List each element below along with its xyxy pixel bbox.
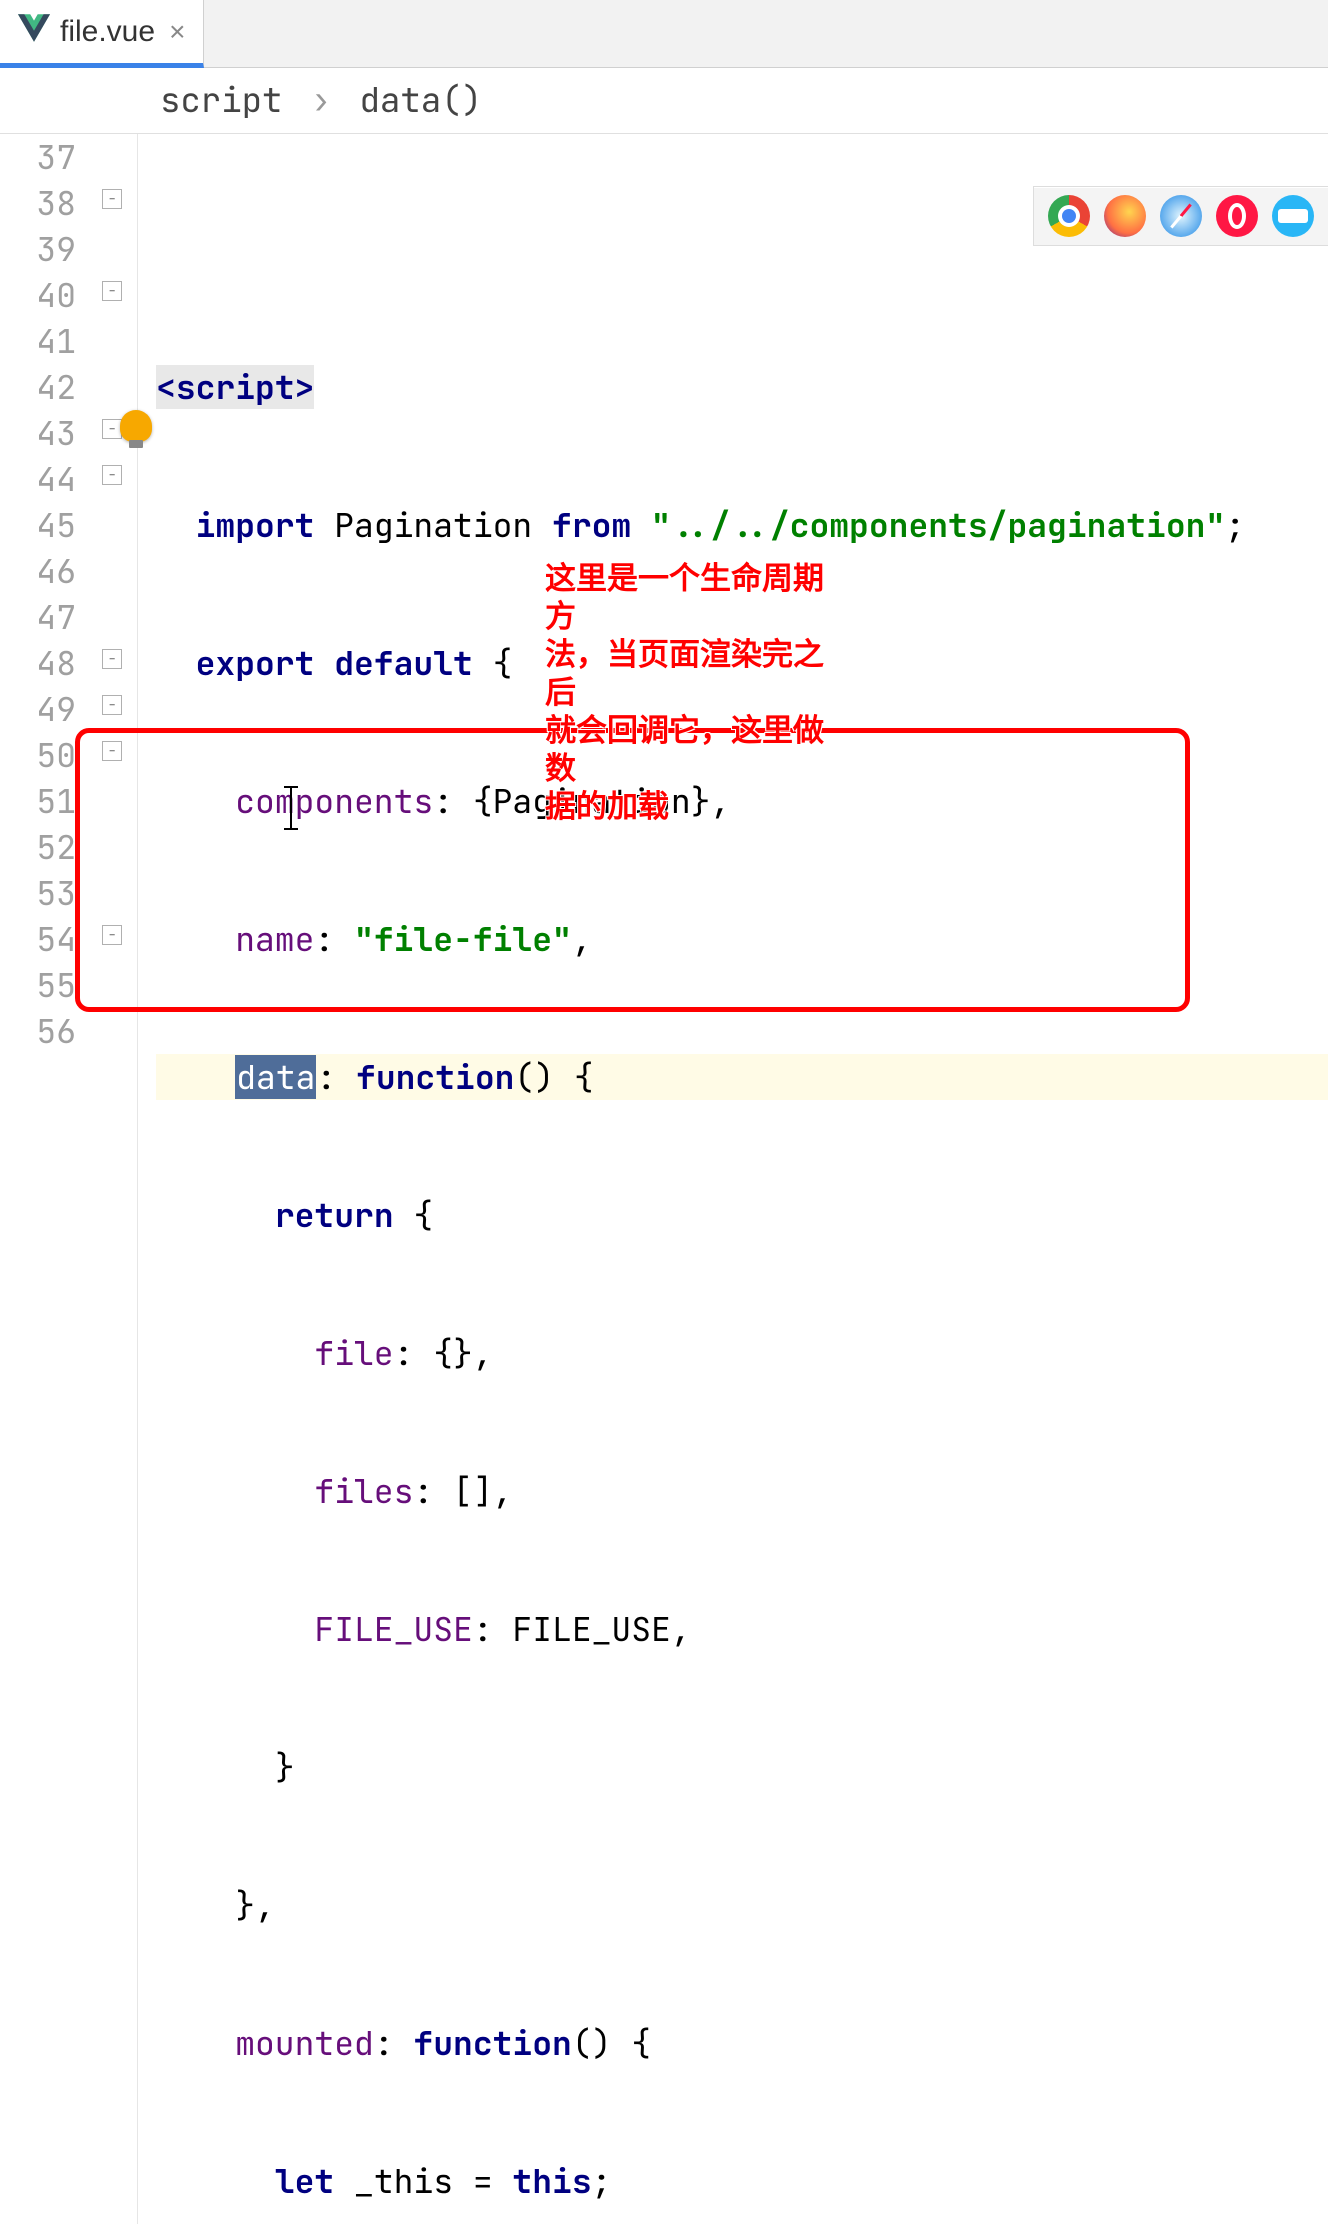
line-number: 47 [0, 594, 76, 640]
line-number: 43 [0, 410, 76, 456]
fold-toggle[interactable]: − [102, 419, 122, 439]
breadcrumb-seg-script[interactable]: script [160, 78, 282, 123]
line-number: 52 [0, 824, 76, 870]
line-number: 49 [0, 686, 76, 732]
line-number: 37 [0, 134, 76, 180]
line-number: 51 [0, 778, 76, 824]
line-number: 41 [0, 318, 76, 364]
line-number: 45 [0, 502, 76, 548]
selected-text: data [235, 1055, 316, 1099]
fold-toggle[interactable]: − [102, 465, 122, 485]
fold-toggle[interactable]: − [102, 925, 122, 945]
breadcrumb: script › data() [0, 68, 1328, 134]
text-cursor-icon [290, 786, 292, 830]
chrome-icon[interactable] [1048, 195, 1090, 237]
code-editor[interactable]: 37 38 39 40 41 42 43 44 45 46 47 48 49 5… [0, 134, 1328, 2224]
line-number: 44 [0, 456, 76, 502]
fold-toggle[interactable]: − [102, 695, 122, 715]
tab-filename: file.vue [60, 15, 155, 49]
lightbulb-icon[interactable] [120, 410, 152, 442]
line-number: 56 [0, 1008, 76, 1054]
code-area[interactable]: <script> import Pagination from "../../c… [138, 134, 1328, 2224]
line-number: 42 [0, 364, 76, 410]
fold-toggle[interactable]: − [102, 281, 122, 301]
line-number: 48 [0, 640, 76, 686]
browser-preview-panel [1033, 186, 1328, 246]
tab-bar: file.vue × [0, 0, 1328, 68]
file-tab[interactable]: file.vue × [0, 0, 204, 68]
annotation-text: 这里是一个生命周期方 法，当页面渲染完之后 就会回调它，这里做数 据的加载 [545, 560, 825, 826]
breadcrumb-seg-data[interactable]: data() [360, 78, 482, 123]
opera-icon[interactable] [1216, 195, 1258, 237]
vue-icon [18, 12, 50, 52]
line-number: 39 [0, 226, 76, 272]
line-number: 40 [0, 272, 76, 318]
line-number: 53 [0, 870, 76, 916]
fold-toggle[interactable]: − [102, 741, 122, 761]
line-number: 55 [0, 962, 76, 1008]
firefox-icon[interactable] [1104, 195, 1146, 237]
line-number: 50 [0, 732, 76, 778]
chevron-right-icon: › [311, 78, 331, 123]
line-number: 54 [0, 916, 76, 962]
ie-icon[interactable] [1272, 195, 1314, 237]
line-number: 38 [0, 180, 76, 226]
close-icon[interactable]: × [169, 16, 185, 48]
fold-toggle[interactable]: − [102, 189, 122, 209]
fold-toggle[interactable]: − [102, 649, 122, 669]
line-number: 46 [0, 548, 76, 594]
safari-icon[interactable] [1160, 195, 1202, 237]
gutter: 37 38 39 40 41 42 43 44 45 46 47 48 49 5… [0, 134, 98, 2224]
